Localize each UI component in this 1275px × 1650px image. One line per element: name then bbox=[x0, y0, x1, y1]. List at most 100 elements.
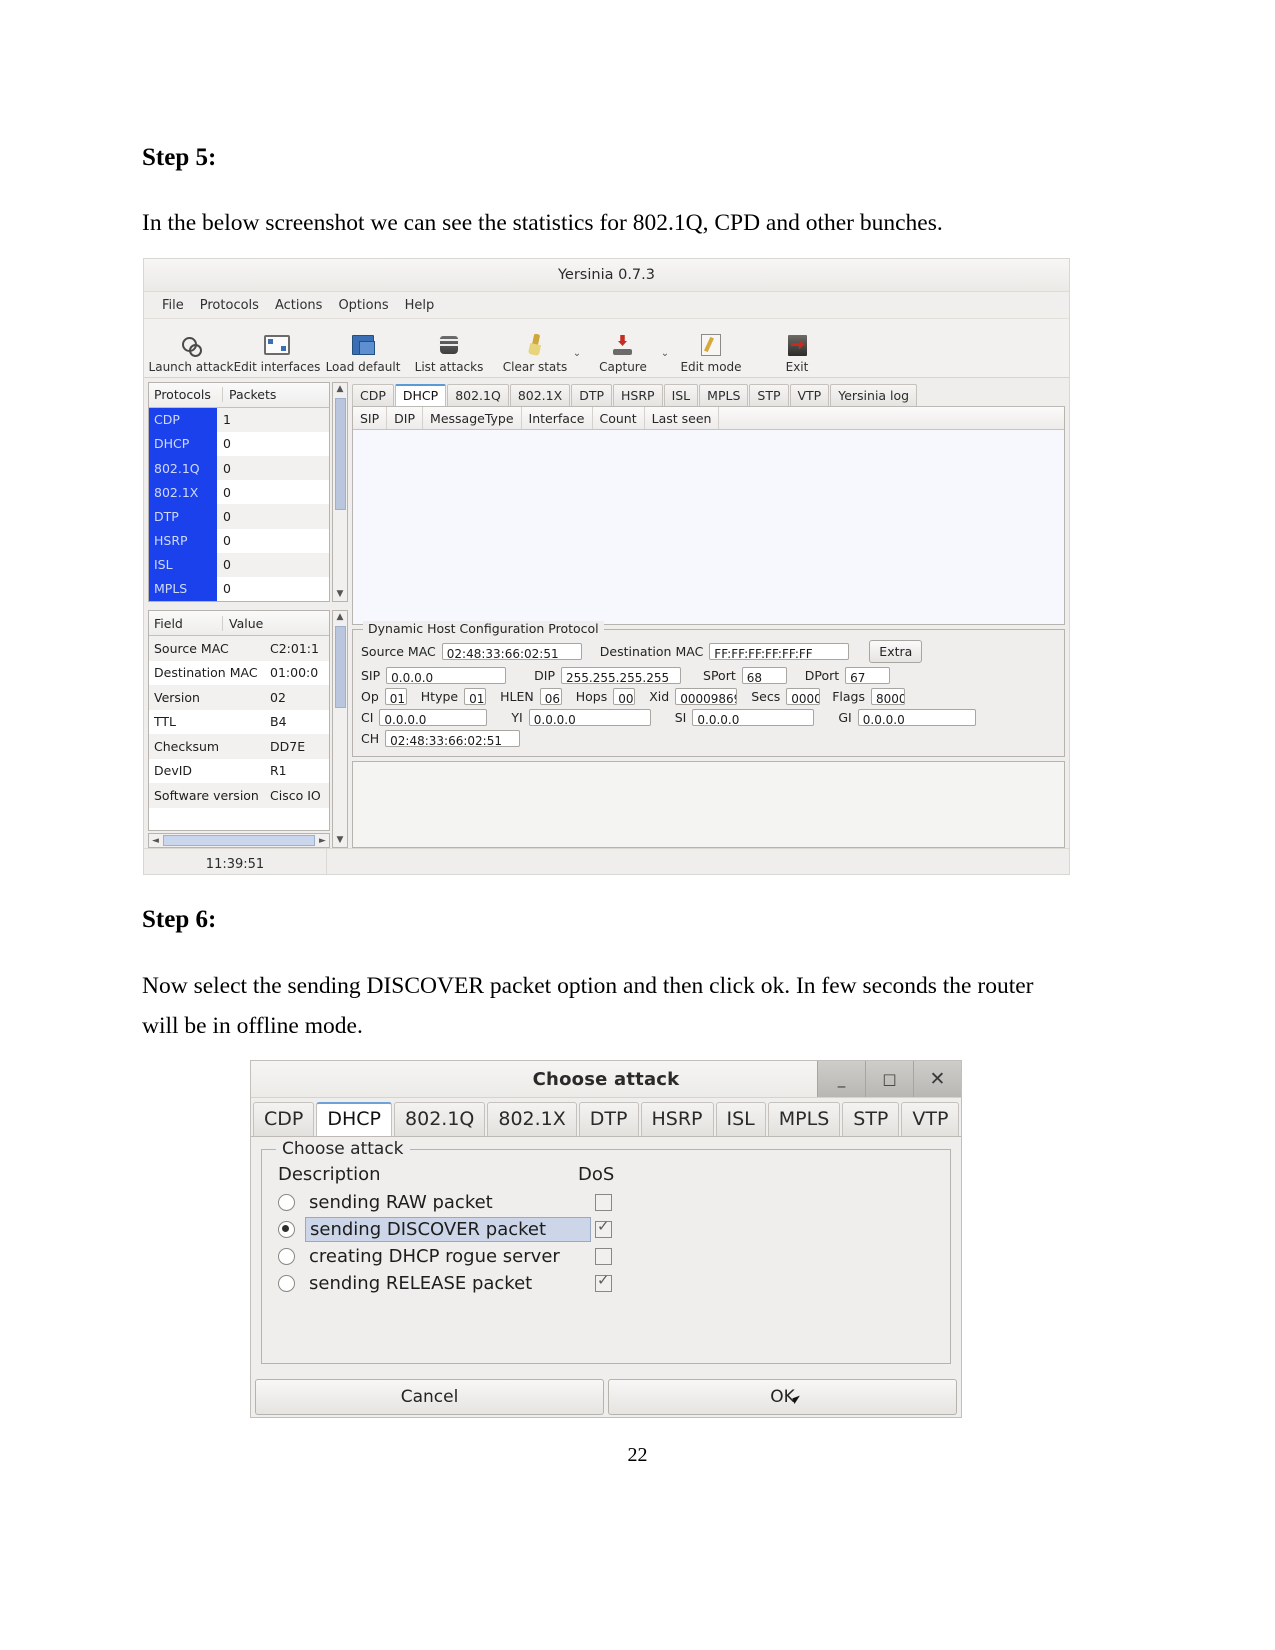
radio-button[interactable] bbox=[278, 1193, 295, 1211]
table-row[interactable]: Version 02 bbox=[149, 685, 329, 710]
scroll-left-icon[interactable]: ◄ bbox=[149, 836, 162, 846]
table-row[interactable]: Destination MAC 01:00:0 bbox=[149, 661, 329, 686]
tab-mpls[interactable]: MPLS bbox=[699, 384, 749, 406]
sip-input[interactable]: 0.0.0.0 bbox=[386, 667, 507, 684]
toolbar-capture[interactable]: Capture bbox=[580, 332, 666, 377]
packets-column-header[interactable]: Packets bbox=[223, 387, 329, 402]
sport-input[interactable]: 68 bbox=[741, 667, 787, 684]
table-row[interactable]: DevID R1 bbox=[149, 759, 329, 784]
toolbar-launch-attack[interactable]: Launch attack bbox=[148, 332, 234, 377]
dialog-tab-cdp[interactable]: CDP bbox=[253, 1102, 315, 1136]
table-row[interactable]: TTL B4 bbox=[149, 710, 329, 735]
tab-isl[interactable]: ISL bbox=[663, 384, 699, 406]
menu-protocols[interactable]: Protocols bbox=[192, 296, 267, 315]
horizontal-scrollbar[interactable]: ◄ ► bbox=[148, 833, 330, 848]
hlen-input[interactable]: 06 bbox=[539, 688, 562, 705]
table-row[interactable]: Source MAC C2:01:1 bbox=[149, 636, 329, 661]
toolbar-edit-mode[interactable]: Edit mode bbox=[668, 332, 754, 377]
column-last-seen[interactable]: Last seen bbox=[645, 407, 720, 429]
flags-input[interactable]: 8000 bbox=[871, 688, 906, 705]
ci-input[interactable]: 0.0.0.0 bbox=[379, 709, 488, 726]
scroll-track[interactable] bbox=[333, 396, 347, 588]
scroll-up-icon[interactable]: ▲ bbox=[337, 611, 344, 624]
ok-button[interactable]: OK bbox=[608, 1379, 957, 1415]
radio-button[interactable] bbox=[278, 1274, 295, 1292]
extra-button[interactable]: Extra bbox=[869, 640, 923, 663]
source-mac-input[interactable]: 02:48:33:66:02:51 bbox=[441, 643, 582, 660]
fields-vertical-scrollbar[interactable]: ▲ ▼ bbox=[332, 610, 348, 848]
tab-8021q[interactable]: 802.1Q bbox=[447, 384, 509, 406]
dos-checkbox[interactable] bbox=[595, 1271, 612, 1292]
hops-input[interactable]: 00 bbox=[613, 688, 636, 705]
tab-yersinia-log[interactable]: Yersinia log bbox=[830, 384, 918, 406]
table-row[interactable]: 802.1Q 0 bbox=[149, 456, 329, 481]
scrollbar-thumb[interactable] bbox=[334, 626, 346, 708]
table-row[interactable]: Checksum DD7E bbox=[149, 734, 329, 759]
dialog-tab-dtp[interactable]: DTP bbox=[578, 1102, 639, 1136]
dialog-tab-8021x[interactable]: 802.1X bbox=[487, 1102, 577, 1136]
htype-input[interactable]: 01 bbox=[464, 688, 487, 705]
table-row[interactable]: 802.1X 0 bbox=[149, 480, 329, 505]
ch-input[interactable]: 02:48:33:66:02:51 bbox=[385, 730, 521, 747]
field-column-header[interactable]: Field bbox=[149, 615, 223, 631]
column-messagetype[interactable]: MessageType bbox=[423, 407, 522, 429]
scroll-track[interactable] bbox=[333, 624, 347, 834]
table-row[interactable]: DTP 0 bbox=[149, 504, 329, 529]
value-column-header[interactable]: Value bbox=[223, 616, 329, 631]
log-pane[interactable] bbox=[352, 761, 1065, 848]
tab-stp[interactable]: STP bbox=[749, 384, 789, 406]
table-row[interactable]: HSRP 0 bbox=[149, 528, 329, 553]
scroll-down-icon[interactable]: ▼ bbox=[337, 588, 344, 601]
dip-input[interactable]: 255.255.255.255 bbox=[561, 667, 682, 684]
protocols-vertical-scrollbar[interactable]: ▲ ▼ bbox=[332, 382, 348, 602]
column-count[interactable]: Count bbox=[593, 407, 645, 429]
column-sip[interactable]: SIP bbox=[353, 407, 388, 429]
toolbar-list-attacks[interactable]: List attacks bbox=[406, 332, 492, 377]
tab-hsrp[interactable]: HSRP bbox=[613, 384, 663, 406]
menu-file[interactable]: File bbox=[154, 296, 192, 315]
destination-mac-input[interactable]: FF:FF:FF:FF:FF:FF bbox=[709, 643, 850, 660]
secs-input[interactable]: 0000 bbox=[786, 688, 821, 705]
si-input[interactable]: 0.0.0.0 bbox=[692, 709, 815, 726]
attack-option-rogue-server[interactable]: creating DHCP rogue server bbox=[278, 1243, 934, 1269]
table-row[interactable]: MPLS 0 bbox=[149, 576, 329, 602]
tab-dtp[interactable]: DTP bbox=[571, 384, 612, 406]
dos-checkbox[interactable] bbox=[595, 1217, 612, 1238]
yi-input[interactable]: 0.0.0.0 bbox=[528, 709, 651, 726]
dos-checkbox[interactable] bbox=[595, 1247, 612, 1265]
table-row[interactable]: Software version Cisco IO bbox=[149, 783, 329, 808]
scroll-down-icon[interactable]: ▼ bbox=[337, 834, 344, 847]
radio-button[interactable] bbox=[278, 1247, 295, 1265]
gi-input[interactable]: 0.0.0.0 bbox=[857, 709, 976, 726]
dialog-tab-isl[interactable]: ISL bbox=[715, 1102, 766, 1136]
xid-input[interactable]: 00009869 bbox=[675, 688, 738, 705]
dport-input[interactable]: 67 bbox=[845, 667, 891, 684]
attack-option-discover[interactable]: sending DISCOVER packet bbox=[278, 1216, 934, 1242]
column-interface[interactable]: Interface bbox=[522, 407, 593, 429]
attack-option-raw[interactable]: sending RAW packet bbox=[278, 1189, 934, 1215]
toolbar-load-default[interactable]: Load default bbox=[320, 332, 406, 377]
cancel-button[interactable]: Cancel bbox=[255, 1379, 604, 1415]
menu-help[interactable]: Help bbox=[397, 296, 443, 315]
menu-actions[interactable]: Actions bbox=[267, 296, 331, 315]
toolbar-edit-interfaces[interactable]: Edit interfaces bbox=[234, 332, 320, 377]
toolbar-clear-stats[interactable]: Clear stats bbox=[492, 332, 578, 377]
attack-option-release[interactable]: sending RELEASE packet bbox=[278, 1270, 934, 1296]
protocols-column-header[interactable]: Protocols bbox=[149, 387, 223, 403]
dos-checkbox[interactable] bbox=[595, 1193, 612, 1211]
packet-list-body[interactable] bbox=[353, 430, 1064, 624]
tab-8021x[interactable]: 802.1X bbox=[509, 384, 571, 406]
dialog-tab-stp[interactable]: STP bbox=[842, 1102, 900, 1136]
table-row[interactable]: DHCP 0 bbox=[149, 431, 329, 457]
tab-vtp[interactable]: VTP bbox=[789, 384, 830, 406]
toolbar-exit[interactable]: Exit bbox=[754, 332, 840, 377]
maximize-button[interactable]: □ bbox=[865, 1061, 913, 1097]
scrollbar-thumb[interactable] bbox=[334, 398, 346, 510]
close-button[interactable]: ✕ bbox=[913, 1061, 961, 1097]
scrollbar-thumb[interactable] bbox=[163, 835, 315, 846]
dialog-tab-dhcp[interactable]: DHCP bbox=[316, 1102, 393, 1136]
menu-options[interactable]: Options bbox=[330, 296, 396, 315]
table-row[interactable]: CDP 1 bbox=[149, 407, 329, 432]
dialog-tab-vtp[interactable]: VTP bbox=[901, 1102, 960, 1136]
op-input[interactable]: 01 bbox=[384, 688, 407, 705]
